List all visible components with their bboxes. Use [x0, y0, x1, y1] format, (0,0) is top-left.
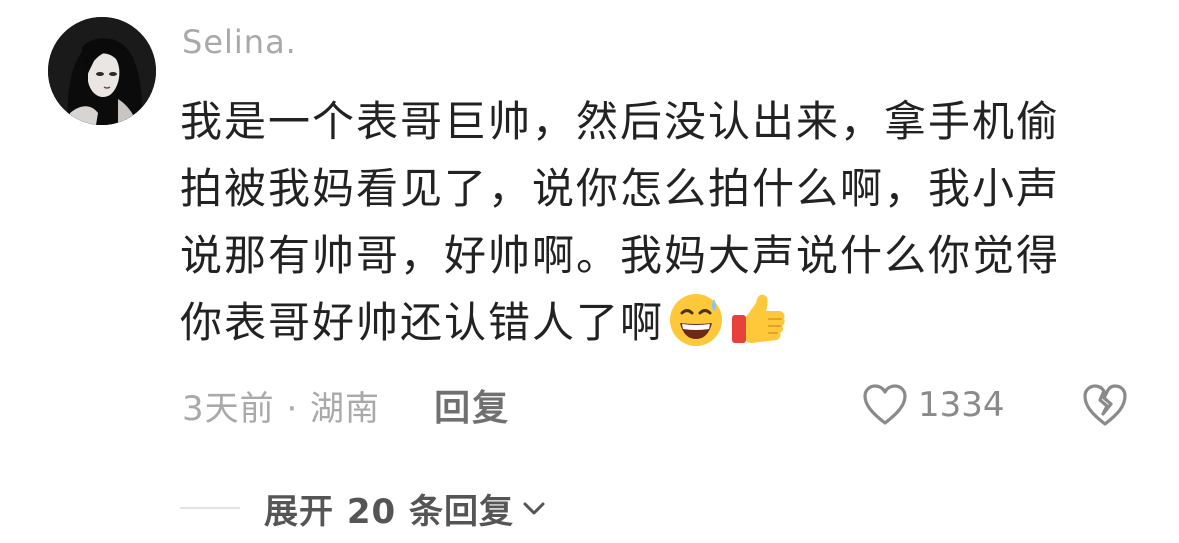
avatar[interactable] — [48, 17, 156, 125]
divider — [180, 507, 240, 509]
expand-replies-label: 展开 20 条回复 — [264, 491, 514, 532]
like-button[interactable]: 1334 — [862, 380, 1005, 430]
avatar-image — [48, 17, 156, 125]
comment-text: 我是一个表哥巨帅，然后没认出来，拿手机偷 拍被我妈看见了，说你怎么拍什么啊，我小声… — [180, 88, 1140, 356]
time-location: 3天前 · 湖南 — [182, 388, 381, 429]
thumbs-up-icon — [732, 294, 785, 343]
like-count: 1334 — [918, 385, 1005, 425]
grinning-sweat-face-icon — [670, 294, 723, 346]
comment-text-line: 拍被我妈看见了，说你怎么拍什么啊，我小声 — [180, 164, 1061, 213]
expand-replies-row: 展开 20 条回复 — [180, 480, 550, 536]
comment-text-line: 说那有帅哥，好帅啊。我妈大声说什么你觉得 — [180, 231, 1061, 280]
broken-heart-icon[interactable] — [1080, 380, 1130, 430]
chevron-down-icon — [523, 502, 545, 515]
heart-outline-icon — [863, 384, 907, 425]
username[interactable]: Selina. — [182, 22, 297, 62]
expand-replies-button[interactable]: 展开 20 条回复 — [264, 484, 550, 533]
comment-meta: 3天前 · 湖南 回复 — [182, 380, 510, 430]
reply-button[interactable]: 回复 — [434, 379, 510, 431]
comment-text-line: 我是一个表哥巨帅，然后没认出来，拿手机偷 — [180, 97, 1061, 146]
comment-text-line: 你表哥好帅还认错人了啊 — [180, 298, 665, 347]
